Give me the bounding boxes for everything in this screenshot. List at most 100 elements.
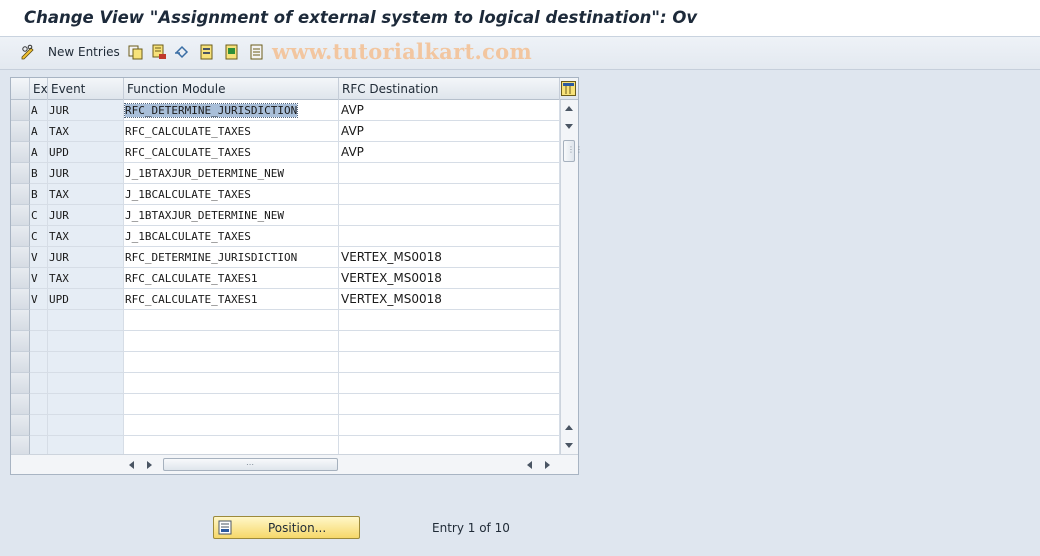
cell-event[interactable]: TAX <box>48 268 124 289</box>
scroll-right-icon[interactable] <box>147 461 152 469</box>
cell-event[interactable] <box>48 373 124 394</box>
cell-event[interactable]: JUR <box>48 163 124 184</box>
cell-function-module[interactable]: RFC_CALCULATE_TAXES1 <box>124 289 339 310</box>
cell-event[interactable] <box>48 394 124 415</box>
cell-function-module[interactable] <box>124 373 339 394</box>
cell-event[interactable]: JUR <box>48 100 124 121</box>
cell-event[interactable]: JUR <box>48 247 124 268</box>
cell-event[interactable]: TAX <box>48 121 124 142</box>
cell-ex[interactable]: V <box>30 247 48 268</box>
cell-rfc-destination[interactable] <box>339 184 560 205</box>
cell-event[interactable] <box>48 352 124 373</box>
delete-icon[interactable] <box>151 44 167 60</box>
vertical-scrollbar[interactable]: ⋮⋮ <box>560 100 583 454</box>
cell-function-module[interactable] <box>124 415 339 436</box>
cell-rfc-destination[interactable] <box>339 310 560 331</box>
cell-ex[interactable] <box>30 415 48 436</box>
scroll-right-end-icon[interactable] <box>545 461 550 469</box>
scroll-left-icon[interactable] <box>129 461 134 469</box>
cell-rfc-destination[interactable] <box>339 373 560 394</box>
cell-rfc-destination[interactable] <box>339 205 560 226</box>
cell-function-module[interactable]: J_1BCALCULATE_TAXES <box>124 226 339 247</box>
position-button[interactable]: Position... <box>213 516 360 539</box>
cell-rfc-destination[interactable]: AVP <box>339 142 560 163</box>
cell-function-module[interactable]: RFC_CALCULATE_TAXES1 <box>124 268 339 289</box>
horizontal-scrollbar[interactable]: ⋯ <box>11 454 578 474</box>
select-all-rows-cell[interactable] <box>11 78 30 100</box>
cell-rfc-destination[interactable] <box>339 415 560 436</box>
cell-event[interactable] <box>48 331 124 352</box>
cell-function-module[interactable] <box>124 310 339 331</box>
select-all-icon[interactable] <box>199 44 215 60</box>
cell-function-module[interactable]: RFC_CALCULATE_TAXES <box>124 142 339 163</box>
undo-icon[interactable] <box>174 44 190 60</box>
cell-ex[interactable]: A <box>30 100 48 121</box>
row-selector[interactable] <box>11 373 30 394</box>
scroll-down-icon[interactable] <box>565 124 573 129</box>
cell-rfc-destination[interactable] <box>339 394 560 415</box>
column-header-rfc-destination[interactable]: RFC Destination <box>339 78 560 100</box>
vertical-scroll-thumb[interactable]: ⋮⋮ <box>563 140 583 162</box>
cell-function-module[interactable]: J_1BTAXJUR_DETERMINE_NEW <box>124 163 339 184</box>
row-selector[interactable] <box>11 247 30 268</box>
cell-ex[interactable]: C <box>30 205 48 226</box>
column-header-ex[interactable]: Ex <box>30 78 48 100</box>
cell-ex[interactable]: V <box>30 289 48 310</box>
cell-event[interactable]: TAX <box>48 226 124 247</box>
cell-rfc-destination[interactable]: AVP <box>339 121 560 142</box>
cell-ex[interactable]: V <box>30 268 48 289</box>
row-selector[interactable] <box>11 415 30 436</box>
cell-event[interactable]: TAX <box>48 184 124 205</box>
row-selector[interactable] <box>11 142 30 163</box>
new-entries-button[interactable]: New Entries <box>48 45 120 59</box>
cell-rfc-destination[interactable] <box>339 226 560 247</box>
cell-ex[interactable] <box>30 394 48 415</box>
row-selector[interactable] <box>11 268 30 289</box>
cell-ex[interactable] <box>30 352 48 373</box>
cell-event[interactable]: JUR <box>48 205 124 226</box>
row-selector[interactable] <box>11 331 30 352</box>
cell-ex[interactable]: A <box>30 121 48 142</box>
cell-rfc-destination[interactable]: VERTEX_MS0018 <box>339 289 560 310</box>
cell-event[interactable]: UPD <box>48 289 124 310</box>
cell-ex[interactable]: B <box>30 184 48 205</box>
row-selector[interactable] <box>11 289 30 310</box>
cell-event[interactable] <box>48 415 124 436</box>
cell-event[interactable]: UPD <box>48 142 124 163</box>
cell-ex[interactable] <box>30 310 48 331</box>
row-selector[interactable] <box>11 100 30 121</box>
row-selector[interactable] <box>11 226 30 247</box>
row-selector[interactable] <box>11 394 30 415</box>
horizontal-scroll-thumb[interactable]: ⋯ <box>163 458 338 471</box>
cell-function-module[interactable]: RFC_DETERMINE_JURISDICTION <box>124 247 339 268</box>
cell-function-module[interactable]: RFC_DETERMINE_JURISDICTION <box>124 100 339 121</box>
cell-function-module[interactable] <box>124 352 339 373</box>
cell-rfc-destination[interactable] <box>339 352 560 373</box>
row-selector[interactable] <box>11 184 30 205</box>
deselect-all-icon[interactable] <box>249 44 265 60</box>
cell-rfc-destination[interactable] <box>339 163 560 184</box>
column-settings-icon[interactable] <box>561 81 576 96</box>
row-selector[interactable] <box>11 163 30 184</box>
cell-ex[interactable]: B <box>30 163 48 184</box>
cell-function-module[interactable] <box>124 394 339 415</box>
cell-ex[interactable]: A <box>30 142 48 163</box>
cell-rfc-destination[interactable]: VERTEX_MS0018 <box>339 247 560 268</box>
select-block-icon[interactable] <box>224 44 240 60</box>
row-selector[interactable] <box>11 205 30 226</box>
row-selector[interactable] <box>11 310 30 331</box>
cell-event[interactable] <box>48 310 124 331</box>
cell-ex[interactable]: C <box>30 226 48 247</box>
column-header-function-module[interactable]: Function Module <box>124 78 339 100</box>
cell-function-module[interactable]: RFC_CALCULATE_TAXES <box>124 121 339 142</box>
cell-rfc-destination[interactable]: AVP <box>339 100 560 121</box>
cell-rfc-destination[interactable]: VERTEX_MS0018 <box>339 268 560 289</box>
cell-rfc-destination[interactable] <box>339 331 560 352</box>
cell-function-module[interactable] <box>124 331 339 352</box>
cell-function-module[interactable]: J_1BCALCULATE_TAXES <box>124 184 339 205</box>
row-selector[interactable] <box>11 121 30 142</box>
cell-ex[interactable] <box>30 373 48 394</box>
copy-icon[interactable] <box>128 44 144 60</box>
scroll-left-end-icon[interactable] <box>527 461 532 469</box>
column-header-event[interactable]: Event <box>48 78 124 100</box>
